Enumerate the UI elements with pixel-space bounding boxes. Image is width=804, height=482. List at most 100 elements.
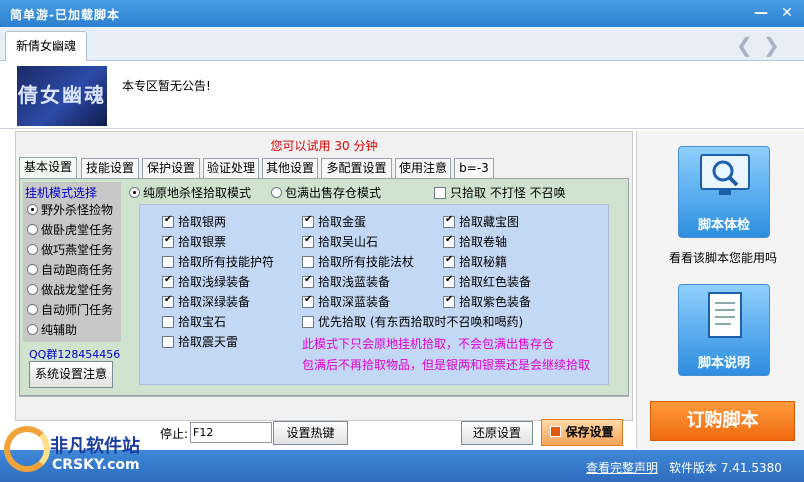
pickup-checkbox[interactable]: 拾取金蛋 (302, 213, 366, 230)
checkbox-icon (302, 256, 314, 268)
mode-radio[interactable]: 做卧虎堂任务 (27, 221, 113, 238)
mode-radio[interactable]: 自动师门任务 (27, 301, 113, 318)
checkbox-icon (162, 274, 174, 288)
pickup-checkbox[interactable]: 拾取所有技能法杖 (302, 253, 414, 270)
pickup-mode-label: 包满出售存仓模式 (285, 186, 382, 200)
pickup-checkbox[interactable]: 拾取银票 (162, 233, 226, 250)
checkbox-icon (302, 214, 314, 228)
mode-radio[interactable]: 自动跑商任务 (27, 261, 113, 278)
pickup-checkbox[interactable]: 拾取银两 (162, 213, 226, 230)
tab-other[interactable]: 其他设置 (262, 158, 318, 179)
script-info-button[interactable]: 脚本说明 (678, 284, 770, 376)
chevron-right-icon[interactable]: ❯ (763, 33, 780, 57)
pickup-checkbox[interactable]: 拾取浅蓝装备 (302, 273, 390, 290)
pickup-mode-radio-2[interactable]: 包满出售存仓模式 (271, 184, 381, 201)
software-version: 软件版本 7.41.5380 (669, 461, 782, 475)
monitor-magnifier-icon (700, 154, 750, 195)
mode-label: 做卧虎堂任务 (41, 223, 114, 237)
pickup-checkbox[interactable]: 拾取深蓝装备 (302, 293, 390, 310)
script-check-caption: 看看该脚本您能用吗 (669, 251, 778, 265)
tab-multi-config[interactable]: 多配置设置 (321, 158, 392, 179)
site-logo: 非凡软件站 CRSKY.com (0, 422, 160, 482)
window-title: 简单游-已加载脚本 (10, 8, 120, 22)
checkbox-icon (162, 294, 174, 308)
set-hotkey-button[interactable]: 设置热键 (273, 421, 348, 445)
checkbox-icon (162, 234, 174, 248)
tab-usage-notes[interactable]: 使用注意 (395, 158, 451, 179)
checkbox-icon (434, 187, 446, 199)
checkbox-icon (443, 274, 455, 288)
tab-basic[interactable]: 基本设置 (19, 157, 77, 179)
pickup-mode-radio-1[interactable]: 纯原地杀怪拾取模式 (129, 184, 251, 201)
game-tab-strip: 新倩女幽魂 ❮ ❯ (0, 27, 804, 62)
pickup-label: 拾取银两 (178, 215, 227, 229)
pickup-checkbox[interactable]: 拾取秘籍 (443, 253, 507, 270)
radio-icon (129, 187, 140, 198)
checkbox-icon (162, 214, 174, 228)
checkbox-icon (162, 256, 174, 268)
site-logo-ring-icon (4, 426, 50, 472)
tab-extra[interactable]: b=-3 (454, 158, 494, 179)
pickup-checkbox[interactable]: 拾取浅绿装备 (162, 273, 250, 290)
save-label: 保存设置 (565, 425, 614, 439)
mode-label: 纯辅助 (41, 323, 78, 337)
pickup-only-checkbox[interactable]: 只拾取 不打怪 不召唤 (434, 184, 566, 201)
pickup-checkbox[interactable]: 拾取紫色装备 (443, 293, 531, 310)
mode-title: 挂机模式选择 (25, 186, 98, 200)
minimize-button[interactable]: — (752, 4, 770, 22)
disclaimer-link[interactable]: 查看完整声明 (586, 459, 658, 476)
pickup-label: 拾取所有技能护符 (178, 255, 275, 269)
pickup-label: 拾取藏宝图 (459, 215, 520, 229)
pickup-items-box: 拾取银两 拾取金蛋 拾取藏宝图 拾取银票 拾取吴山石 拾取卷轴 拾取所有技能护符… (139, 204, 609, 385)
close-button[interactable]: ✕ (778, 4, 796, 22)
pickup-checkbox[interactable]: 拾取卷轴 (443, 233, 507, 250)
announcement-area: 倩女幽魂 本专区暂无公告! (0, 61, 804, 129)
stop-hotkey-label: 停止: (160, 427, 189, 441)
order-script-button[interactable]: 订购脚本 (650, 401, 795, 441)
pickup-label: 拾取红色装备 (459, 275, 532, 289)
mode-radio[interactable]: 做巧燕堂任务 (27, 241, 113, 258)
tab-skills[interactable]: 技能设置 (81, 158, 139, 179)
mode-radio[interactable]: 纯辅助 (27, 321, 77, 338)
tab-game[interactable]: 新倩女幽魂 (5, 31, 87, 62)
radio-icon (27, 244, 38, 255)
checkbox-icon (302, 294, 314, 308)
announcement-text: 本专区暂无公告! (122, 79, 211, 93)
chevron-left-icon[interactable]: ❮ (736, 33, 753, 57)
document-icon (708, 292, 742, 338)
mode-radio[interactable]: 做战龙堂任务 (27, 281, 113, 298)
pickup-label: 拾取卷轴 (459, 235, 508, 249)
pickup-checkbox[interactable]: 拾取深绿装备 (162, 293, 250, 310)
pickup-checkbox[interactable]: 拾取红色装备 (443, 273, 531, 290)
tab-verification[interactable]: 验证处理 (203, 158, 259, 179)
pickup-checkbox[interactable]: 拾取宝石 (162, 313, 226, 330)
radio-icon (27, 264, 38, 275)
pickup-label: 拾取秘籍 (459, 255, 508, 269)
checkbox-icon (302, 234, 314, 248)
pickup-mode-bar: 纯原地杀怪拾取模式 包满出售存仓模式 只拾取 不打怪 不召唤 (129, 182, 619, 202)
system-settings-button[interactable]: 系统设置注意 (29, 361, 113, 388)
pickup-checkbox[interactable]: 优先拾取 (有东西拾取时不召唤和喝药) (302, 313, 523, 330)
checkbox-icon (302, 274, 314, 288)
pickup-checkbox[interactable]: 拾取吴山石 (302, 233, 378, 250)
game-logo: 倩女幽魂 (17, 66, 107, 126)
pickup-checkbox[interactable]: 拾取震天雷 (162, 333, 238, 350)
mode-label: 野外杀怪捡物 (41, 203, 114, 217)
save-settings-button[interactable]: 保存设置 (541, 419, 623, 446)
settings-panel: 您可以试用 30 分钟 基本设置 技能设置 保护设置 验证处理 其他设置 多配置… (15, 131, 633, 421)
site-logo-cn: 非凡软件站 (50, 436, 140, 457)
restore-settings-button[interactable]: 还原设置 (461, 421, 533, 445)
tab-protection[interactable]: 保护设置 (142, 158, 200, 179)
pickup-label: 优先拾取 (有东西拾取时不召唤和喝药) (318, 315, 524, 329)
pickup-label: 拾取浅绿装备 (178, 275, 251, 289)
mode-label: 自动跑商任务 (41, 263, 114, 277)
mode-radio[interactable]: 野外杀怪捡物 (27, 201, 113, 218)
pickup-mode-label: 纯原地杀怪拾取模式 (143, 186, 252, 200)
script-check-label: 脚本体检 (697, 218, 750, 233)
basic-settings-content: 挂机模式选择 野外杀怪捡物 做卧虎堂任务 做巧燕堂任务 自动跑商任务 做战龙堂任… (19, 178, 629, 396)
stop-hotkey-field[interactable]: F12 (190, 422, 272, 443)
pickup-checkbox[interactable]: 拾取藏宝图 (443, 213, 519, 230)
pickup-checkbox[interactable]: 拾取所有技能护符 (162, 253, 274, 270)
script-check-button[interactable]: 脚本体检 (678, 146, 770, 238)
pickup-label: 拾取宝石 (178, 315, 227, 329)
